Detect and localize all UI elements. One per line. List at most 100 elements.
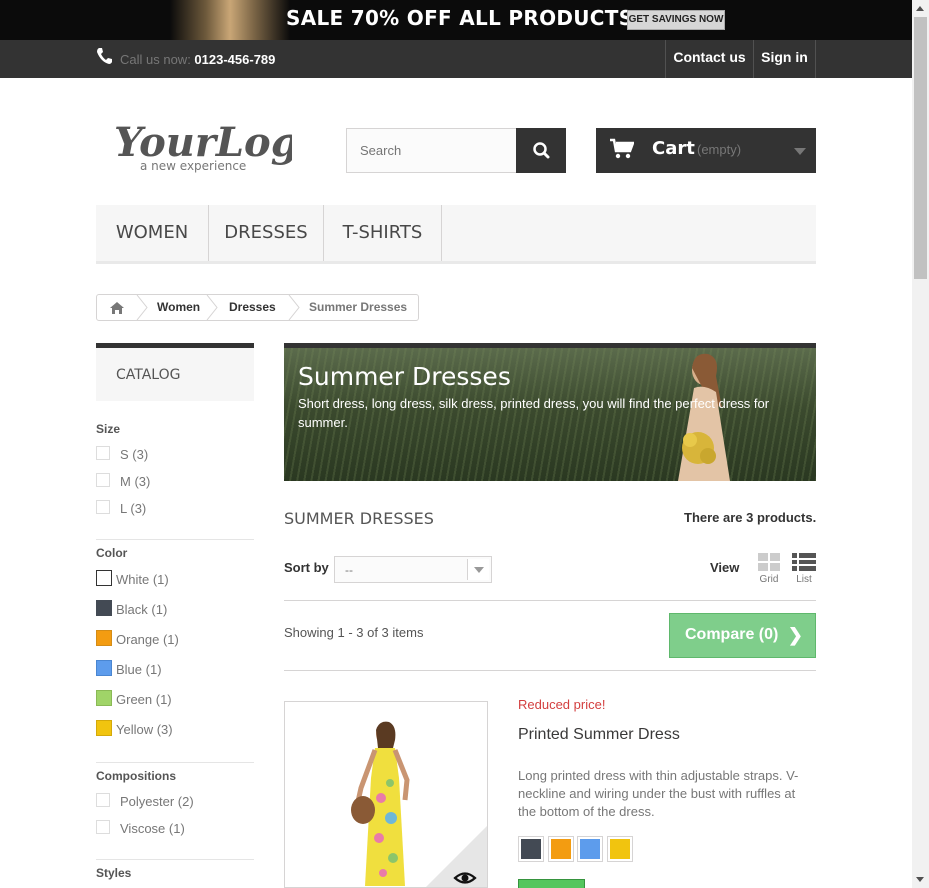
color-swatch[interactable]: [96, 690, 112, 706]
search-button[interactable]: [516, 128, 566, 173]
swatch-fill: [521, 839, 541, 859]
view-label: View: [710, 560, 740, 575]
list-icon: [792, 553, 816, 571]
breadcrumb: Women Dresses Summer Dresses: [96, 294, 419, 321]
swatch-fill: [580, 839, 600, 859]
logo-tagline: a new experience: [140, 159, 246, 173]
breadcrumb-current: Summer Dresses: [309, 300, 408, 314]
page-heading: SUMMER DRESSES: [284, 509, 434, 528]
sort-selected-value: --: [345, 563, 353, 577]
color-option-label: Green (1): [116, 692, 172, 707]
size-filter-title: Size: [96, 422, 121, 436]
compare-label: Compare (0): [685, 626, 779, 643]
home-icon[interactable]: [97, 295, 137, 320]
styles-filter-title: Styles: [96, 866, 132, 880]
breadcrumb-women[interactable]: Women: [157, 300, 200, 314]
product-count: There are 3 products.: [684, 510, 817, 525]
filter-divider: [96, 539, 254, 540]
banner-text: SALE 70% OFF ALL PRODUCTS: [286, 6, 634, 30]
get-savings-button[interactable]: GET SAVINGS NOW: [627, 10, 725, 30]
color-swatch[interactable]: [96, 570, 112, 586]
composition-option-label: Viscose (1): [120, 821, 185, 836]
breadcrumb-separator-icon: [288, 295, 300, 320]
swatch-fill: [610, 839, 630, 859]
menu-item-women[interactable]: WOMEN: [96, 205, 209, 261]
showing-count: Showing 1 - 3 of 3 items: [284, 625, 424, 640]
search-input[interactable]: [346, 128, 517, 173]
grid-icon: [758, 553, 780, 571]
color-option-label: Black (1): [116, 602, 168, 617]
compositions-filter-title: Compositions: [96, 769, 176, 783]
list-view-button[interactable]: List: [789, 552, 819, 588]
product-color-swatch[interactable]: [607, 836, 633, 862]
sort-select[interactable]: --: [334, 556, 492, 583]
main-menu: WOMEN DRESSES T-SHIRTS: [96, 205, 816, 264]
chevron-down-icon: [794, 148, 806, 155]
quick-view-button[interactable]: [425, 824, 488, 888]
cart-status: (empty): [697, 142, 742, 157]
call-us-text: Call us now: 0123-456-789: [120, 52, 275, 67]
checkbox[interactable]: [96, 500, 110, 514]
color-option-label: White (1): [116, 572, 169, 587]
product-description: Long printed dress with thin adjustable …: [518, 768, 799, 819]
color-option-label: Blue (1): [116, 662, 162, 677]
checkbox[interactable]: [96, 820, 110, 834]
catalog-title: CATALOG: [116, 367, 181, 383]
checkbox[interactable]: [96, 793, 110, 807]
color-swatch[interactable]: [96, 660, 112, 676]
phone-icon: [97, 48, 112, 64]
product-color-swatch[interactable]: [548, 836, 574, 862]
product-photo: [351, 721, 410, 886]
color-option-label: Yellow (3): [116, 722, 173, 737]
top-navbar: Call us now: 0123-456-789 Contact us Sig…: [0, 40, 912, 78]
color-swatch[interactable]: [96, 600, 112, 616]
swatch-fill: [551, 839, 571, 859]
product-color-swatch[interactable]: [577, 836, 603, 862]
list-view-label: List: [796, 574, 812, 585]
category-description: Short dress, long dress, silk dress, pri…: [298, 396, 770, 430]
call-us-label: Call us now:: [120, 52, 195, 67]
grid-view-button[interactable]: Grid: [754, 552, 784, 588]
promo-banner[interactable]: SALE 70% OFF ALL PRODUCTS GET SAVINGS NO…: [0, 0, 912, 40]
search-icon: [533, 142, 550, 159]
menu-item-dresses[interactable]: DRESSES: [209, 205, 324, 261]
chevron-right-icon: ❯: [787, 625, 803, 645]
banner-model-image: [170, 0, 290, 40]
color-swatch[interactable]: [96, 720, 112, 736]
checkbox[interactable]: [96, 473, 110, 487]
scroll-thumb[interactable]: [914, 17, 927, 279]
compare-button[interactable]: Compare (0) ❯: [669, 613, 816, 658]
size-option-label: S (3): [120, 447, 149, 462]
color-filter-title: Color: [96, 546, 128, 560]
product-name-link[interactable]: Printed Summer Dress: [518, 726, 680, 744]
sign-in-link[interactable]: Sign in: [753, 40, 816, 78]
menu-item-tshirts[interactable]: T-SHIRTS: [324, 205, 442, 261]
product-image[interactable]: [284, 701, 488, 888]
color-swatch[interactable]: [96, 630, 112, 646]
page-scrollbar[interactable]: [912, 0, 929, 888]
size-option-label: M (3): [120, 474, 151, 489]
catalog-block: CATALOG: [96, 343, 254, 401]
breadcrumb-dresses[interactable]: Dresses: [229, 300, 276, 314]
grid-view-label: Grid: [759, 574, 779, 585]
cart-button[interactable]: Cart (empty): [596, 128, 816, 173]
reduced-price-badge: Reduced price!: [518, 697, 606, 712]
filter-divider: [96, 762, 254, 763]
availability-badge: [518, 879, 585, 888]
scroll-up-icon[interactable]: [916, 6, 924, 11]
composition-option-label: Polyester (2): [120, 794, 194, 809]
contact-us-link[interactable]: Contact us: [665, 40, 753, 78]
breadcrumb-separator-icon: [206, 295, 218, 320]
sort-label: Sort by: [284, 560, 329, 575]
toolbar-divider: [284, 670, 816, 671]
scroll-down-icon[interactable]: [916, 877, 924, 882]
color-option-label: Orange (1): [116, 632, 179, 647]
product-color-swatch[interactable]: [518, 836, 544, 862]
cart-label: Cart: [652, 138, 695, 159]
category-banner: Summer Dresses Short dress, long dress, …: [284, 343, 816, 481]
chevron-down-icon[interactable]: [467, 559, 489, 580]
checkbox[interactable]: [96, 446, 110, 460]
site-logo[interactable]: YourLogo a new experience: [112, 118, 292, 178]
cart-icon: [610, 138, 634, 159]
toolbar-divider: [284, 600, 816, 601]
